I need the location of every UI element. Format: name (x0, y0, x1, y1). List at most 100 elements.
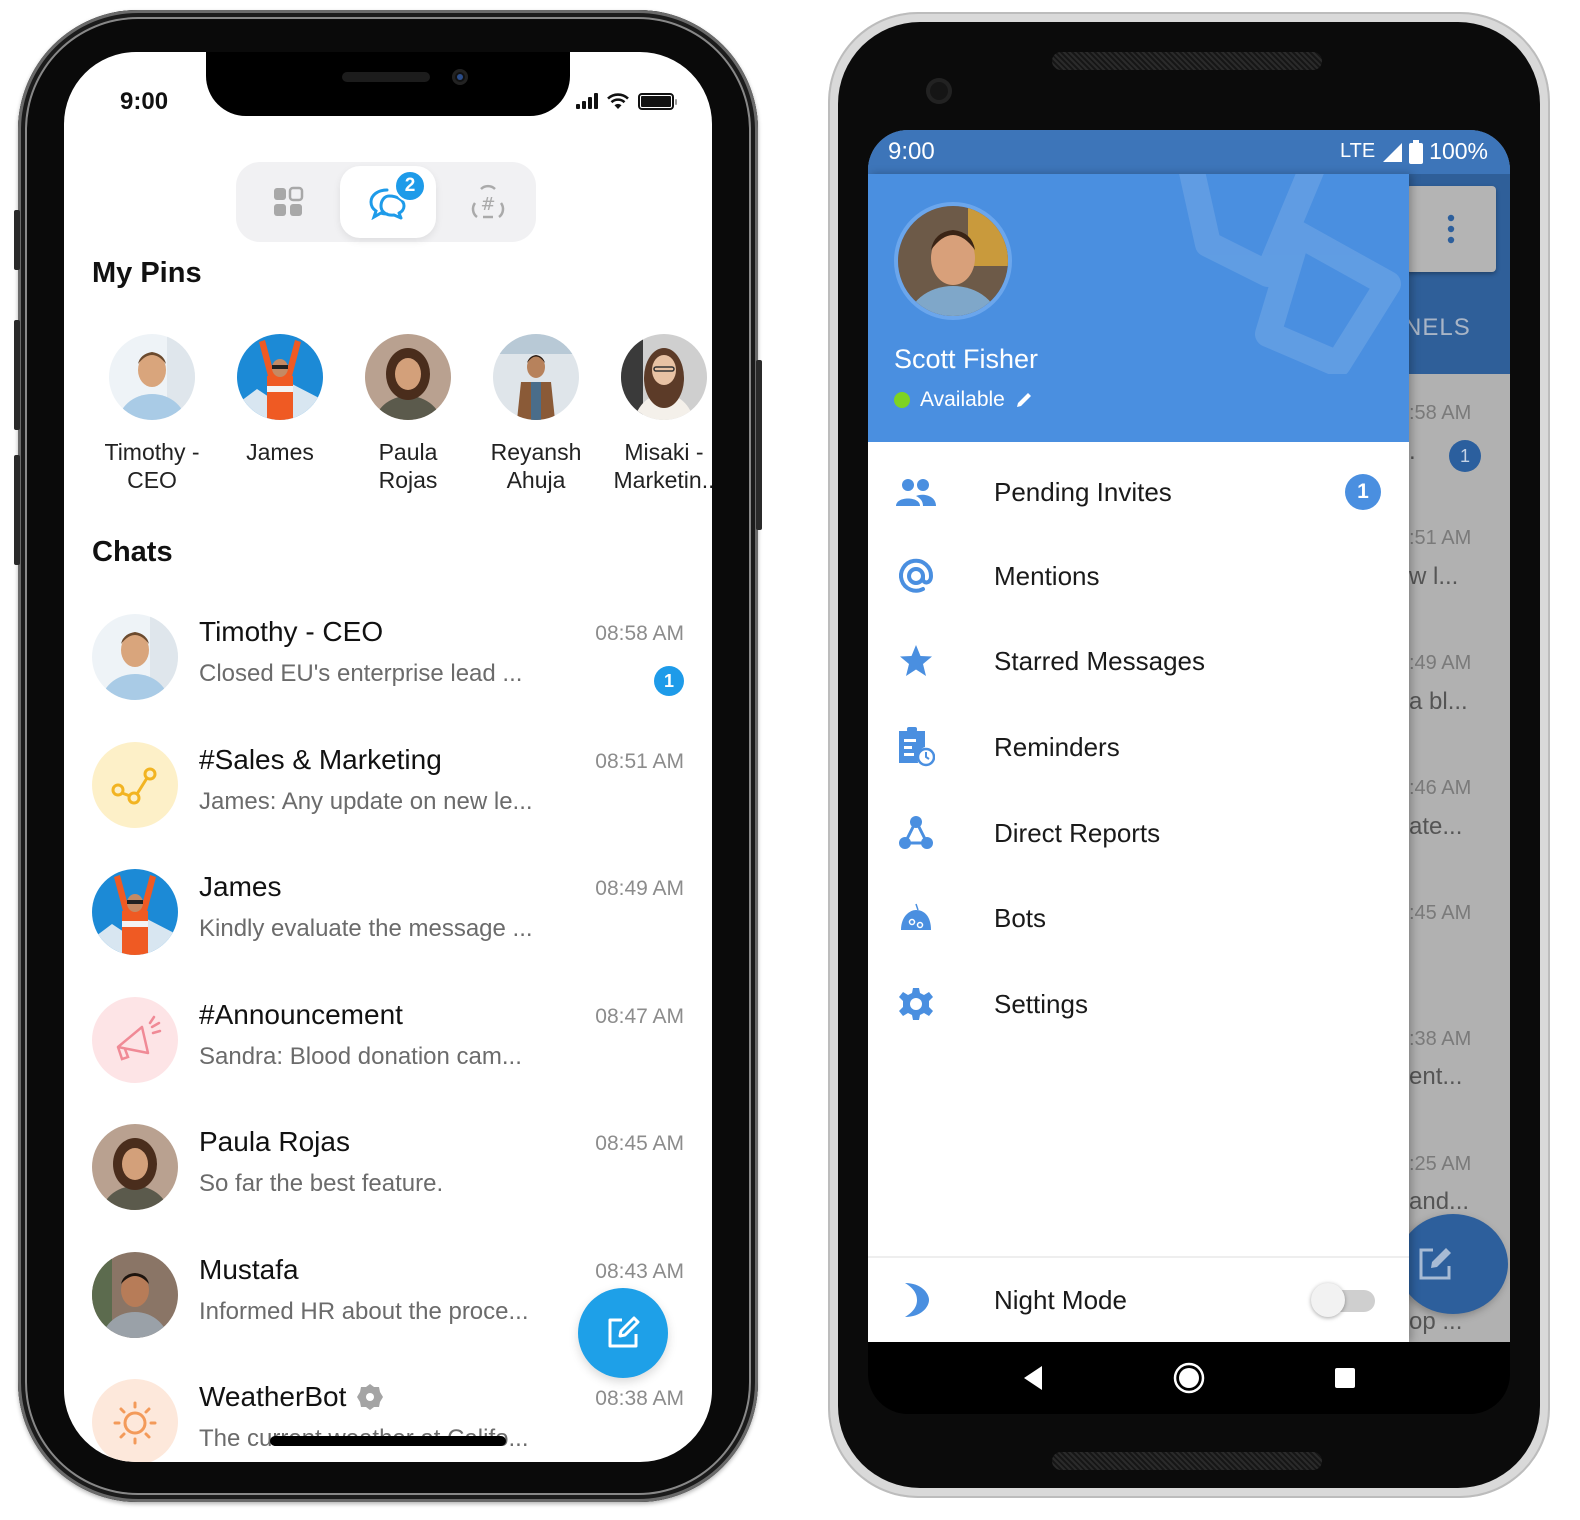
pin-item[interactable]: Reyansh Ahuja (472, 334, 600, 494)
chat-name: Timothy - CEO (199, 616, 384, 647)
background-compose-button[interactable] (1398, 1214, 1508, 1314)
tab-channels[interactable]: # (440, 166, 536, 238)
compose-button[interactable] (578, 1288, 668, 1378)
tab-apps[interactable] (240, 166, 336, 238)
drawer-item-starred-messages[interactable]: Starred Messages (868, 621, 1409, 701)
android-screen: NELS :58 AM . 1 :51 AM w l... :49 AM a b… (868, 130, 1510, 1342)
background-preview: w l... (1409, 563, 1459, 590)
status-icons (576, 92, 677, 110)
chat-preview: Informed HR about the proce... (199, 1298, 529, 1325)
avatar (109, 334, 195, 420)
edit-pencil-icon[interactable] (1015, 391, 1033, 409)
more-vert-icon (1447, 214, 1455, 244)
avatar (237, 334, 323, 420)
bot-icon (896, 898, 936, 938)
background-time: :49 AM (1409, 652, 1472, 674)
chat-row[interactable]: Timothy - CEO 08:58 AM Closed EU's enter… (92, 614, 684, 714)
drawer-item-mentions[interactable]: Mentions (868, 536, 1409, 616)
background-preview: ent... (1409, 1063, 1463, 1090)
background-tab-label: NELS (1404, 314, 1471, 341)
toggle-thumb (1311, 1283, 1345, 1317)
photo-paula (365, 334, 451, 420)
chat-time: 08:47 AM (595, 1005, 684, 1028)
chat-preview: Kindly evaluate the message ... (199, 915, 533, 942)
photo-paula (92, 1124, 178, 1210)
tab-chats[interactable]: 2 (340, 166, 436, 238)
background-time: :46 AM (1409, 777, 1472, 799)
nav-recents-button[interactable] (1334, 1367, 1356, 1389)
nav-back-button[interactable] (1022, 1365, 1044, 1391)
navigation-drawer: Scott Fisher Available Pending Invites 1 (868, 174, 1409, 1342)
network-type: LTE (1339, 140, 1376, 162)
drawer-item-label: Night Mode (994, 1284, 1127, 1315)
android-status-bar: 9:00 LTE 100% (868, 130, 1510, 174)
background-time: :45 AM (1409, 902, 1472, 924)
photo-reyansh (493, 334, 579, 420)
pin-name: Timothy - CEO (104, 439, 200, 493)
bottom-speaker (1052, 1452, 1322, 1470)
chat-time: 08:43 AM (595, 1260, 684, 1283)
android-nav-bar (868, 1342, 1510, 1414)
drawer-item-reminders[interactable]: Reminders (868, 707, 1409, 787)
chat-row[interactable]: WeatherBot 08:38 AM The current weather … (92, 1379, 684, 1462)
wifi-icon (607, 93, 629, 109)
chat-row[interactable]: James 08:49 AM Kindly evaluate the messa… (92, 869, 684, 969)
pins-row: Timothy - CEO James Paula Rojas Reyansh … (88, 334, 712, 494)
pin-item[interactable]: Paula Rojas (344, 334, 472, 494)
pin-name: James (246, 439, 314, 465)
sun-icon (113, 1401, 157, 1445)
chat-row[interactable]: #Announcement 08:47 AM Sandra: Blood don… (92, 997, 684, 1097)
battery-icon (638, 92, 677, 110)
battery-percent: 100% (1429, 138, 1488, 164)
nav-home-button[interactable] (1173, 1362, 1205, 1394)
photo-mustafa (92, 1252, 178, 1338)
chat-preview: Sandra: Blood donation cam... (199, 1043, 522, 1070)
drawer-item-label: Pending Invites (994, 476, 1172, 507)
divider (868, 1256, 1409, 1258)
chat-row[interactable]: Paula Rojas 08:45 AM So far the best fea… (92, 1124, 684, 1224)
at-sign-icon (896, 556, 936, 596)
drawer-item-label: Mentions (994, 560, 1100, 591)
segmented-tab-bar: 2 # (236, 162, 536, 242)
drawer-item-settings[interactable]: Settings (868, 964, 1409, 1044)
night-mode-toggle[interactable] (1311, 1283, 1375, 1317)
profile-status[interactable]: Available (894, 388, 1033, 412)
pin-item[interactable]: Misaki - Marketin.. (600, 334, 712, 494)
grid-icon (274, 186, 304, 216)
front-camera (452, 69, 468, 85)
compose-icon (1419, 1248, 1451, 1280)
avatar (92, 614, 178, 700)
silent-switch (14, 210, 20, 270)
profile-avatar[interactable] (894, 202, 1012, 320)
android-device: NELS :58 AM . 1 :51 AM w l... :49 AM a b… (828, 12, 1550, 1498)
photo-timothy (92, 614, 178, 700)
chat-name: #Announcement (199, 999, 403, 1030)
megaphone-icon (116, 1015, 162, 1061)
drawer-item-direct-reports[interactable]: Direct Reports (868, 793, 1409, 873)
chat-row[interactable]: #Sales & Marketing 08:51 AM James: Any u… (92, 742, 684, 842)
reminder-clipboard-icon (896, 727, 936, 767)
background-time: :38 AM (1409, 1028, 1472, 1050)
background-time: :25 AM (1409, 1153, 1472, 1175)
background-time: :58 AM (1409, 402, 1472, 424)
drawer-header: Scott Fisher Available (868, 174, 1409, 442)
pin-name: Misaki - Marketin.. (613, 439, 713, 493)
avatar (92, 1379, 178, 1462)
photo-james (237, 334, 323, 420)
photo-misaki (621, 334, 707, 420)
background-preview: and... (1409, 1188, 1470, 1215)
chat-name: James (199, 871, 282, 902)
avatar (92, 1252, 178, 1338)
home-indicator[interactable] (270, 1436, 506, 1446)
drawer-item-night-mode[interactable]: Night Mode (868, 1260, 1409, 1340)
pin-item[interactable]: James (216, 334, 344, 494)
pin-item[interactable]: Timothy - CEO (88, 334, 216, 494)
pin-name: Paula Rojas (378, 439, 438, 493)
drawer-item-bots[interactable]: Bots (868, 878, 1409, 958)
photo-scott (898, 206, 1008, 316)
avatar (365, 334, 451, 420)
drawer-item-pending-invites[interactable]: Pending Invites 1 (868, 452, 1409, 532)
chat-time: 08:45 AM (595, 1132, 684, 1155)
overflow-menu-button[interactable] (1406, 186, 1496, 272)
star-icon (896, 641, 936, 681)
